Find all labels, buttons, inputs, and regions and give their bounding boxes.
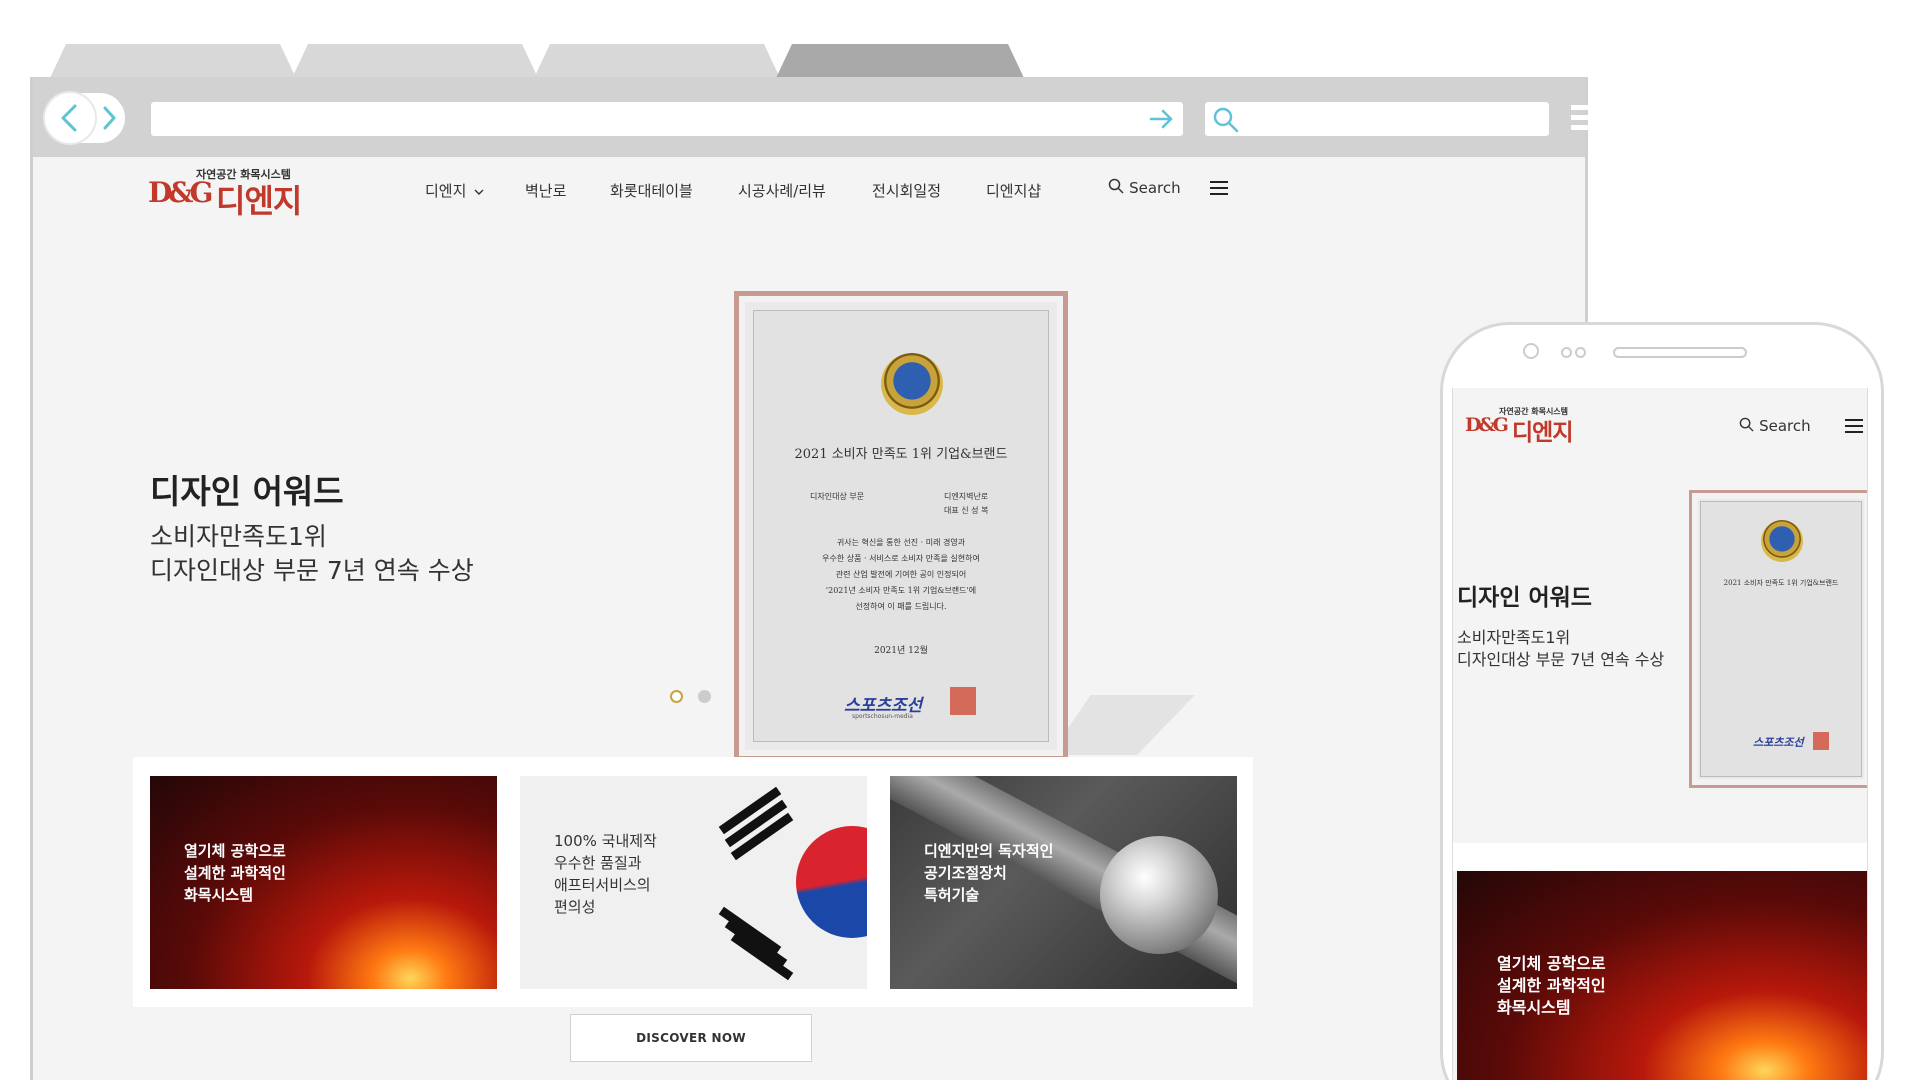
hero-title: 디자인 어워드 <box>150 472 344 511</box>
metal-knob-image <box>1100 836 1218 954</box>
plaque-body-5: 선정하여 이 패를 드립니다. <box>855 602 947 611</box>
feature-card-text-2a: 100% 국내제작 <box>554 832 657 850</box>
site-logo[interactable]: 자연공간 화목시스템 D&G 디엔지 <box>148 166 308 220</box>
mobile-screen: 자연공간 화목시스템 D&G 디엔지 Search 디자인 어워드 소비자만족도… <box>1452 388 1868 1080</box>
browser-tab-1[interactable] <box>50 44 296 78</box>
plaque-issuer-sub: sportschosun-media <box>852 713 913 720</box>
arrow-right-icon[interactable] <box>1149 107 1175 131</box>
feature-card-text-3b: 공기조절장치 <box>924 864 1007 882</box>
address-bar[interactable] <box>151 102 1183 136</box>
feature-card-text-1a: 열기체 공학으로 <box>1497 954 1606 973</box>
feature-card-text-3c: 특허기술 <box>924 886 980 904</box>
issuer-stamp-icon <box>1813 732 1829 750</box>
feature-card-text-1c: 화목시스템 <box>1497 998 1571 1017</box>
logo-mark-icon: D&G <box>1465 414 1509 436</box>
mobile-hero-subtitle-line2: 디자인대상 부문 7년 연속 수상 <box>1457 650 1665 669</box>
phone-sensor-icon <box>1561 347 1572 358</box>
feature-card-air-control[interactable]: 디엔지만의 독자적인 공기조절장치 특허기술 <box>890 776 1237 989</box>
nav-item-shop[interactable]: 디엔지샵 <box>986 180 1041 201</box>
back-button[interactable] <box>45 93 95 143</box>
nav-item-dng[interactable]: 디엔지 <box>425 180 484 201</box>
forward-button[interactable] <box>95 93 123 143</box>
slider-dot-1[interactable] <box>670 690 683 703</box>
site-search-button[interactable]: Search <box>1108 178 1181 197</box>
hero-subtitle-line2: 디자인대상 부문 7년 연속 수상 <box>150 556 474 585</box>
mobile-feature-card-fire[interactable]: 열기체 공학으로 설계한 과학적인 화목시스템 <box>1457 871 1867 1080</box>
browser-nav-arrows <box>45 93 125 143</box>
nav-item-cases-reviews[interactable]: 시공사례/리뷰 <box>738 180 826 201</box>
logo-mark-icon: D&G <box>148 176 214 209</box>
mobile-hero-title: 디자인 어워드 <box>1457 585 1592 611</box>
feature-card-text-1c: 화목시스템 <box>184 886 254 904</box>
search-label: Search <box>1759 417 1811 435</box>
mobile-search-button[interactable]: Search <box>1739 416 1811 435</box>
phone-sensor-icon <box>1575 347 1586 358</box>
plaque-issuer: 스포츠조선 <box>1753 736 1804 749</box>
browser-search-bar[interactable] <box>1205 102 1549 136</box>
nav-item-exhibitions[interactable]: 전시회일정 <box>872 180 941 201</box>
mobile-menu-icon[interactable] <box>1845 419 1863 433</box>
plaque-body-1: 귀사는 혁신을 통한 선진 · 미래 경영과 <box>836 538 966 547</box>
hero-subtitle-line1: 소비자만족도1위 <box>150 522 327 551</box>
chevron-left-icon <box>61 104 77 132</box>
browser-tab-3[interactable] <box>534 44 780 78</box>
issuer-stamp-icon <box>950 687 976 715</box>
plaque-body-3: 관련 산업 발전에 기여한 공이 인정되어 <box>835 570 967 579</box>
phone-camera-icon <box>1523 343 1539 359</box>
plaque-heading: 2021 소비자 만족도 1위 기업&브랜드 <box>1723 579 1839 587</box>
chevron-down-icon <box>474 189 484 195</box>
feature-card-fire[interactable]: 열기체 공학으로 설계한 과학적인 화목시스템 <box>150 776 497 989</box>
logo-brand: 디엔지 <box>1512 420 1573 446</box>
feature-card-text-2c: 애프터서비스의 <box>554 876 651 894</box>
logo-brand: 디엔지 <box>216 182 302 220</box>
plaque-body-4: '2021년 소비자 만족도 1위 기업&브랜드'에 <box>825 586 977 595</box>
award-medal-icon <box>1761 520 1803 562</box>
plaque-right-label-2: 대표 신 성 복 <box>944 506 989 515</box>
plaque-date: 2021년 12월 <box>874 646 928 656</box>
mobile-award-plaque-image: 2021 소비자 만족도 1위 기업&브랜드 스포츠조선 <box>1689 490 1867 788</box>
discover-now-button[interactable]: DISCOVER NOW <box>570 1014 812 1062</box>
search-icon <box>1739 417 1754 432</box>
award-medal-icon <box>881 353 943 415</box>
feature-card-domestic[interactable]: 100% 국내제작 우수한 품질과 애프터서비스의 편의성 <box>520 776 867 989</box>
feature-card-text-1b: 설계한 과학적인 <box>1497 976 1606 995</box>
plaque-heading: 2021 소비자 만족도 1위 기업&브랜드 <box>794 447 1008 462</box>
nav-item-firepit-table[interactable]: 화롯대테이블 <box>610 180 693 201</box>
mobile-site-logo[interactable]: 자연공간 화목시스템 D&G 디엔지 <box>1465 406 1575 446</box>
plaque-right-label-1: 디엔지벽난로 <box>944 492 989 501</box>
browser-toolbar <box>33 77 1605 157</box>
plaque-left-label: 디자인대상 부문 <box>810 492 865 501</box>
feature-card-text-2d: 편의성 <box>554 898 596 916</box>
feature-card-text-2b: 우수한 품질과 <box>554 854 642 872</box>
nav-item-label: 디엔지 <box>425 182 467 200</box>
plaque-body-2: 우수한 상품 · 서비스로 소비자 만족을 실현하여 <box>822 554 980 563</box>
feature-card-text-1a: 열기체 공학으로 <box>184 842 286 860</box>
slider-dot-2[interactable] <box>698 690 711 703</box>
browser-tab-2[interactable] <box>292 44 538 78</box>
browser-menu-icon[interactable] <box>1571 105 1605 135</box>
search-icon <box>1108 178 1124 194</box>
nav-item-fireplace[interactable]: 벽난로 <box>525 180 566 201</box>
phone-speaker <box>1613 347 1747 358</box>
feature-card-text-3a: 디엔지만의 독자적인 <box>924 842 1054 860</box>
mobile-hero-subtitle-line1: 소비자만족도1위 <box>1457 628 1571 647</box>
search-label: Search <box>1129 179 1181 197</box>
mobile-cards-gap <box>1453 843 1867 871</box>
browser-tab-active[interactable] <box>776 44 1024 78</box>
award-plaque-image: 2021 소비자 만족도 1위 기업&브랜드 디자인대상 부문 디엔지벽난로 대… <box>734 291 1068 761</box>
feature-card-text-1b: 설계한 과학적인 <box>184 864 286 882</box>
site-menu-icon[interactable] <box>1210 181 1228 195</box>
search-icon <box>1213 107 1239 133</box>
taegeuk-icon <box>796 826 867 938</box>
